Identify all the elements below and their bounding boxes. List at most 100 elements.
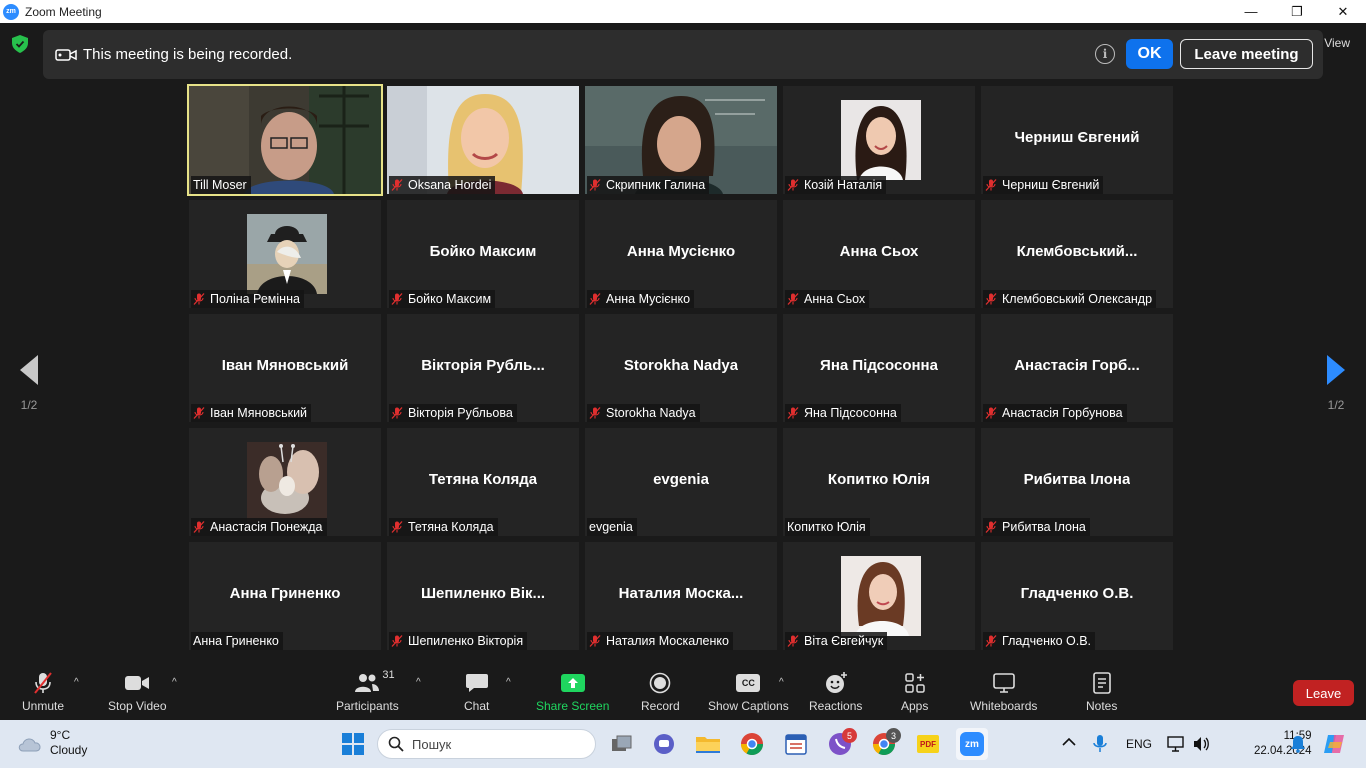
record-icon: [650, 672, 671, 694]
shield-icon[interactable]: [12, 35, 28, 53]
view-button[interactable]: View: [1324, 36, 1350, 50]
stop-video-button[interactable]: Stop Video: [108, 671, 167, 713]
taskbar-app-calendar[interactable]: [780, 728, 812, 760]
participant-center-name: Storokha Nadya: [623, 356, 739, 374]
participant-tile[interactable]: Яна Підсосонна Яна Підсосонна: [783, 314, 975, 422]
weather-widget[interactable]: 9°C Cloudy: [16, 728, 87, 758]
muted-microphone-icon: [391, 293, 403, 305]
notification-bell-icon[interactable]: [1290, 735, 1306, 753]
maximize-button[interactable]: ❐: [1274, 0, 1320, 23]
leave-button[interactable]: Leave: [1293, 680, 1354, 706]
participant-tile[interactable]: Oksana Hordei: [387, 86, 579, 194]
video-options-caret[interactable]: ^: [172, 677, 177, 688]
notes-button[interactable]: Notes: [1086, 671, 1117, 713]
participant-tile[interactable]: Шепиленко Вік... Шепиленко Вікторія: [387, 542, 579, 650]
start-button[interactable]: [337, 728, 369, 760]
participant-tile[interactable]: Іван Мяновський Іван Мяновський: [189, 314, 381, 422]
participant-name-label: Скрипник Галина: [587, 176, 710, 194]
participant-tile[interactable]: Till Moser: [187, 84, 383, 196]
participant-name: Наталия Москаленко: [606, 634, 729, 648]
participants-button[interactable]: 31 Participants: [336, 669, 399, 713]
prev-page-button[interactable]: 1/2: [14, 355, 44, 412]
participants-options-caret[interactable]: ^: [416, 677, 421, 688]
participant-tile[interactable]: Storokha Nadya Storokha Nadya: [585, 314, 777, 422]
taskbar-app-viber[interactable]: 5: [824, 728, 857, 760]
participant-center-name: Шепиленко Вік...: [420, 584, 546, 602]
participant-name: Бойко Максим: [408, 292, 492, 306]
participant-name-label: Віта Євгейчук: [785, 632, 888, 650]
participant-tile[interactable]: evgenia evgenia: [585, 428, 777, 536]
participant-center-name: Іван Мяновський: [221, 356, 349, 374]
participant-tile[interactable]: Анна Мусієнко Анна Мусієнко: [585, 200, 777, 308]
minimize-button[interactable]: —: [1228, 0, 1274, 23]
audio-options-caret[interactable]: ^: [74, 677, 79, 688]
participant-tile[interactable]: Анастасія Горб... Анастасія Горбунова: [981, 314, 1173, 422]
participant-center-name: Бойко Максим: [429, 242, 537, 260]
participant-center-name: Яна Підсосонна: [820, 356, 938, 374]
reactions-button[interactable]: Reactions: [809, 671, 862, 713]
taskbar-app-chrome[interactable]: 3: [868, 728, 901, 760]
language-indicator[interactable]: ENG: [1126, 737, 1152, 751]
participant-tile[interactable]: Тетяна Коляда Тетяна Коляда: [387, 428, 579, 536]
participant-tile[interactable]: Козій Наталія: [783, 86, 975, 194]
participant-tile[interactable]: Копитко Юлія Копитко Юлія: [783, 428, 975, 536]
notes-icon: [1092, 672, 1111, 694]
participant-name: Oksana Hordei: [408, 178, 492, 192]
participant-tile[interactable]: Черниш Євгений Черниш Євгений: [981, 86, 1173, 194]
muted-microphone-icon: [193, 293, 205, 305]
volume-icon[interactable]: [1192, 735, 1210, 753]
taskbar-app-explorer[interactable]: [692, 728, 724, 760]
participant-tile[interactable]: Клембовський... Клембовський Олександр: [981, 200, 1173, 308]
participant-tile[interactable]: Гладченко О.В. Гладченко О.В.: [981, 542, 1173, 650]
muted-microphone-icon: [193, 521, 205, 533]
leave-meeting-button[interactable]: Leave meeting: [1180, 39, 1313, 69]
record-button[interactable]: Record: [641, 671, 680, 713]
whiteboards-button[interactable]: Whiteboards: [970, 671, 1037, 713]
viber-notification-badge: 5: [842, 728, 857, 743]
chat-options-caret[interactable]: ^: [506, 677, 511, 688]
taskbar-app-chrome-profile[interactable]: [736, 728, 768, 760]
whiteboard-icon: [992, 673, 1015, 693]
taskbar-app-zoom[interactable]: zm: [956, 728, 988, 760]
task-view-button[interactable]: [606, 728, 638, 760]
taskbar-app-chat[interactable]: [648, 728, 680, 760]
stop-video-label: Stop Video: [108, 699, 167, 713]
chat-button[interactable]: Chat: [464, 671, 489, 713]
copilot-icon[interactable]: [1322, 732, 1346, 756]
participant-tile[interactable]: Бойко Максим Бойко Максим: [387, 200, 579, 308]
apps-label: Apps: [901, 699, 929, 713]
participant-tile[interactable]: Рибитва Ілона Рибитва Ілона: [981, 428, 1173, 536]
participant-tile[interactable]: Поліна Ремінна: [189, 200, 381, 308]
participant-tile[interactable]: Скрипник Галина: [585, 86, 777, 194]
apps-button[interactable]: Apps: [901, 671, 928, 713]
next-page-button[interactable]: 1/2: [1321, 355, 1351, 412]
participant-tile[interactable]: Наталия Моска... Наталия Москаленко: [585, 542, 777, 650]
participant-tile[interactable]: Віта Євгейчук: [783, 542, 975, 650]
participant-name: Анна Сьох: [804, 292, 866, 306]
captions-options-caret[interactable]: ^: [779, 677, 784, 688]
participant-name-label: Анна Мусієнко: [587, 290, 695, 308]
show-captions-button[interactable]: CC Show Captions: [708, 671, 789, 713]
share-screen-button[interactable]: Share Screen: [536, 671, 609, 713]
video-camera-icon: [125, 676, 150, 690]
microphone-icon[interactable]: [1093, 734, 1107, 754]
participant-tile[interactable]: Анастасія Понежда: [189, 428, 381, 536]
network-icon[interactable]: [1167, 735, 1185, 753]
participant-tile[interactable]: Анна Гриненко Анна Гриненко: [189, 542, 381, 650]
ok-button[interactable]: OK: [1126, 39, 1173, 69]
muted-microphone-icon: [985, 635, 997, 647]
muted-microphone-icon: [985, 521, 997, 533]
chevron-up-icon[interactable]: [1062, 737, 1076, 747]
participant-name-label: Іван Мяновський: [191, 404, 312, 422]
info-icon[interactable]: i: [1095, 44, 1115, 64]
search-placeholder: Пошук: [412, 736, 452, 752]
taskbar-app-pdf[interactable]: PDF: [912, 728, 944, 760]
participant-tile[interactable]: Анна Сьох Анна Сьох: [783, 200, 975, 308]
microphone-muted-icon: [34, 672, 52, 694]
participant-name: Козій Наталія: [804, 178, 883, 192]
participant-tile[interactable]: Вікторія Рубль... Вікторія Рубльова: [387, 314, 579, 422]
muted-microphone-icon: [985, 407, 997, 419]
taskbar-search-input[interactable]: Пошук: [377, 729, 596, 759]
close-button[interactable]: ✕: [1320, 0, 1366, 23]
unmute-button[interactable]: Unmute: [22, 671, 64, 713]
